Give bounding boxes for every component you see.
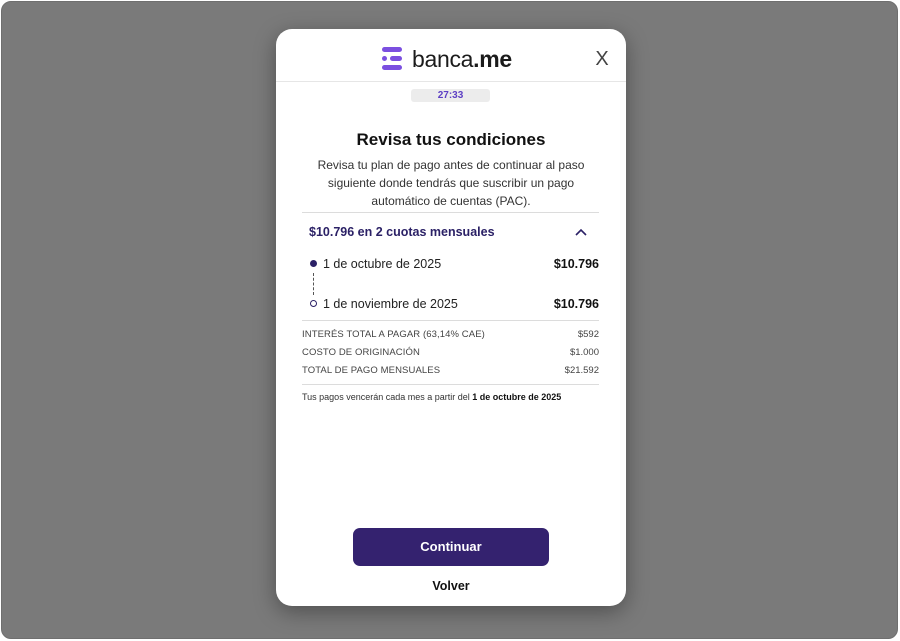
divider [302, 320, 599, 321]
interest-value: $592 [577, 329, 599, 340]
brand-logo: banca.me [382, 45, 512, 73]
divider [302, 384, 599, 385]
installment-1-date: 1 de octubre de 2025 [323, 257, 442, 271]
back-button[interactable]: Volver [276, 579, 626, 593]
installment-1-amount: $10.796 [553, 257, 599, 271]
schedule-connector [313, 273, 314, 295]
page-title: Revisa tus condiciones [356, 130, 546, 149]
continue-button[interactable]: Continuar [353, 528, 549, 566]
interest-label: INTERÉS TOTAL A PAGAR (63,14% CAE) [302, 329, 485, 340]
plan-summary-toggle[interactable]: $10.796 en 2 cuotas mensuales [309, 225, 564, 239]
brand-name: banca.me [412, 45, 512, 72]
installment-1-marker [310, 260, 317, 267]
total-payment-value: $21.592 [564, 365, 599, 376]
origination-cost-value: $1.000 [569, 347, 599, 358]
installment-2-date: 1 de noviembre de 2025 [323, 297, 458, 311]
page-subtitle: Revisa tu plan de pago antes de continua… [317, 158, 585, 208]
chevron-up-icon[interactable] [574, 226, 588, 238]
divider [302, 212, 599, 213]
installment-2-amount: $10.796 [553, 297, 599, 311]
modal-header: banca.me X [276, 29, 626, 82]
payment-plan-modal: banca.me X 27:33 Revisa tus condiciones … [276, 29, 626, 606]
origination-cost-label: COSTO DE ORIGINACIÓN [302, 347, 420, 358]
countdown-timer: 27:33 [411, 89, 490, 102]
brand-logo-icon [382, 46, 404, 72]
close-button[interactable]: X [594, 49, 610, 69]
installment-2-marker [310, 300, 317, 307]
payment-due-note: Tus pagos vencerán cada mes a partir del… [302, 392, 562, 402]
total-payment-label: TOTAL DE PAGO MENSUALES [302, 365, 441, 376]
